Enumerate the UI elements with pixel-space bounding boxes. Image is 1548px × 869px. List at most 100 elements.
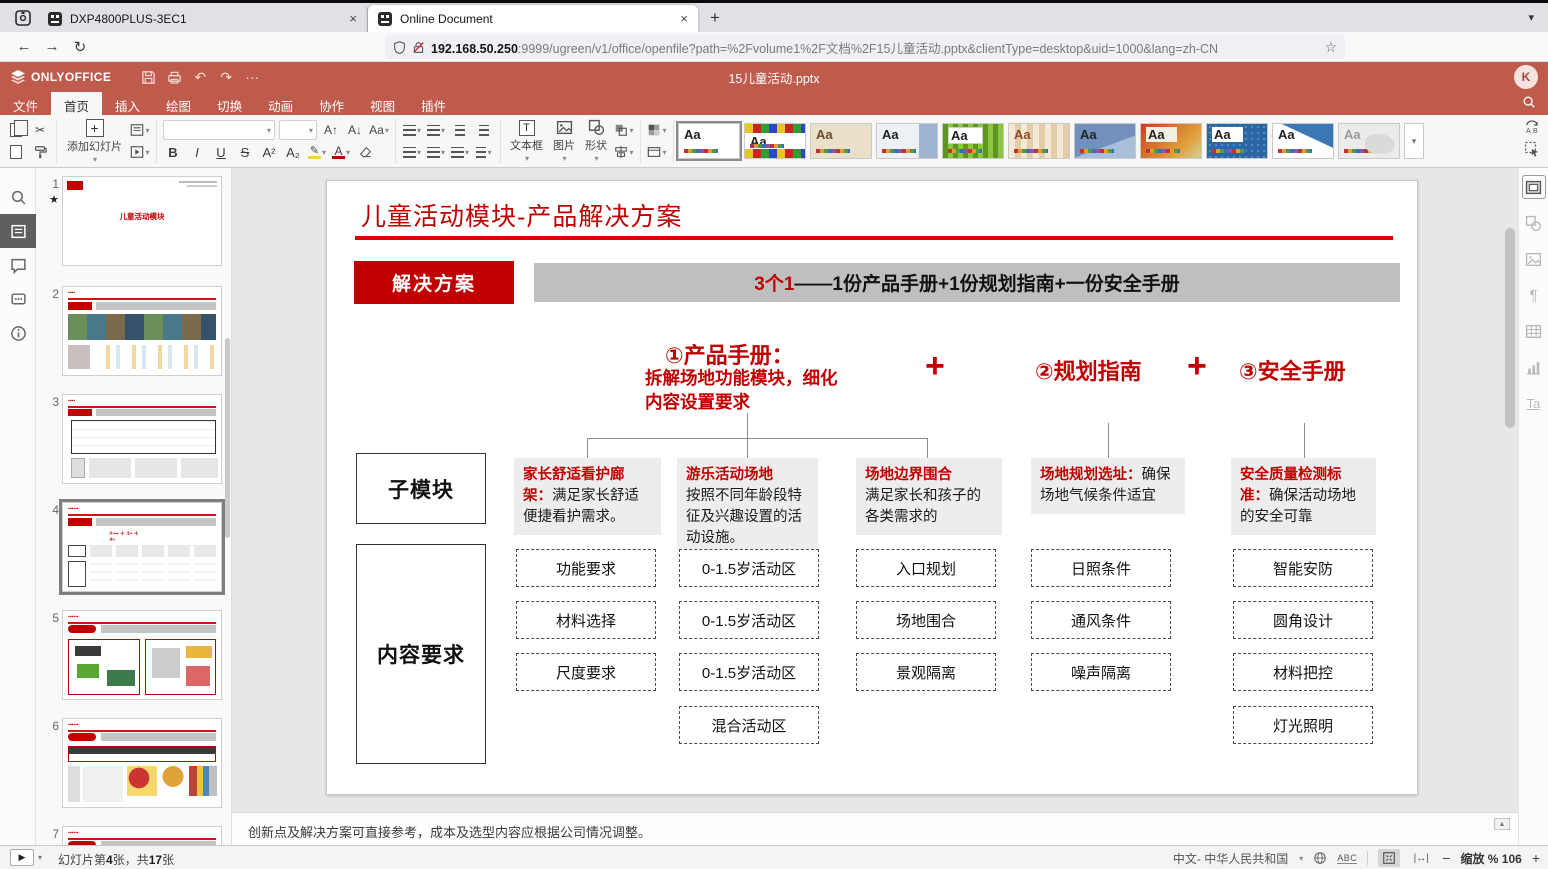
select-all-button[interactable] xyxy=(1524,141,1540,157)
superscript-button[interactable]: A² xyxy=(259,142,279,162)
theme-thumb-6[interactable]: Aa xyxy=(1008,123,1070,159)
zoom-out-button[interactable]: − xyxy=(1442,850,1450,866)
slide-thumb-2[interactable]: 2 ▪▪▪▪ xyxy=(62,286,222,376)
shield-icon[interactable] xyxy=(393,41,406,54)
close-tab-icon[interactable]: × xyxy=(349,11,357,26)
language-chevron-icon[interactable]: ▾ xyxy=(1299,854,1303,863)
add-slide-button[interactable]: + 添加幻灯片 ▾ xyxy=(63,119,126,164)
dashed-item[interactable]: 材料选择 xyxy=(516,601,656,639)
theme-thumb-2[interactable]: Aa xyxy=(744,123,806,159)
align-shape-button[interactable]: ▾ xyxy=(614,142,634,162)
slide-thumb-4-selected[interactable]: 4 ▪▪▪▪▪▪ ①▪▪▪ ＋ ②▪ ＋ ③▪ xyxy=(62,502,222,592)
tab-file[interactable]: 文件 xyxy=(0,92,51,115)
reload-button[interactable]: ↻ xyxy=(66,35,94,59)
start-slideshow-button[interactable]: ▶ xyxy=(10,849,34,866)
dashed-item[interactable]: 日照条件 xyxy=(1031,549,1171,587)
insert-image-button[interactable]: 图片▾ xyxy=(550,119,578,163)
slide-settings-button[interactable] xyxy=(1523,176,1545,198)
increase-indent-button[interactable] xyxy=(474,120,494,140)
slides-panel-button[interactable] xyxy=(0,214,36,248)
preview-button[interactable]: ▾ xyxy=(130,142,150,162)
notes-bar[interactable]: 创新点及解决方案可直接参考，成本及选型内容应根据公司情况调整。 ▲ xyxy=(232,812,1518,845)
spellcheck-button[interactable]: ABC xyxy=(1337,853,1357,864)
theme-thumb-11[interactable]: Aa xyxy=(1338,123,1400,159)
line-spacing-button[interactable]: ▾ xyxy=(450,142,470,162)
close-tab-icon[interactable]: × xyxy=(680,11,688,26)
dashed-item[interactable]: 0-1.5岁活动区 xyxy=(679,549,819,587)
tab-insert[interactable]: 插入 xyxy=(102,92,153,115)
insert-columns-button[interactable]: ▾ xyxy=(474,142,494,162)
tab-view[interactable]: 视图 xyxy=(357,92,408,115)
bookmark-star-icon[interactable]: ☆ xyxy=(1324,39,1337,56)
module-card-1[interactable]: 家长舒适看护廊架：满足家长舒适便捷看护需求。 xyxy=(514,458,661,535)
content-requirements-label-box[interactable]: 内容要求 xyxy=(356,544,486,764)
firefox-view-icon[interactable] xyxy=(8,6,38,30)
chat-button[interactable] xyxy=(0,282,36,316)
arrange-shape-button[interactable]: ▾ xyxy=(614,120,634,140)
fill-color-button[interactable]: ▾ xyxy=(647,120,667,140)
new-tab-button[interactable]: + xyxy=(710,8,720,28)
bullets-button[interactable]: ▾ xyxy=(402,120,422,140)
format-painter-button[interactable] xyxy=(30,142,50,162)
tab-plugins[interactable]: 插件 xyxy=(408,92,459,115)
url-field[interactable]: 192.168.50.250:9999/ugreen/v1/office/ope… xyxy=(385,35,1345,59)
list-all-tabs-chevron-icon[interactable]: ▾ xyxy=(1528,11,1534,24)
redo-button[interactable]: ↷ xyxy=(213,66,239,88)
section-2-planning-guide[interactable]: ②规划指南 xyxy=(1035,357,1163,387)
change-case-button[interactable]: Aa▾ xyxy=(369,120,389,140)
section-1-desc[interactable]: 拆解场地功能模块，细化内容设置要求 xyxy=(645,366,841,414)
module-card-2[interactable]: 游乐活动场地按照不同年龄段特征及兴趣设置的活动设施。 xyxy=(677,458,818,556)
dashed-item[interactable]: 混合活动区 xyxy=(679,706,819,744)
slide-layout-button[interactable]: ▾ xyxy=(130,120,150,140)
theme-thumb-1[interactable]: Aa xyxy=(678,123,740,159)
font-color-button[interactable]: A▾ xyxy=(331,142,351,162)
decrease-font-button[interactable]: A↓ xyxy=(345,120,365,140)
tab-transitions[interactable]: 切换 xyxy=(204,92,255,115)
underline-button[interactable]: U xyxy=(211,142,231,162)
theme-thumb-3[interactable]: Aa xyxy=(810,123,872,159)
tab-animation[interactable]: 动画 xyxy=(255,92,306,115)
theme-thumb-10[interactable]: Aa xyxy=(1272,123,1334,159)
user-avatar[interactable]: K xyxy=(1514,65,1538,89)
theme-gallery-expand-chevron[interactable]: ▾ xyxy=(1404,123,1424,159)
insert-shape-button[interactable]: 形状▾ xyxy=(582,119,610,163)
forward-button[interactable]: → xyxy=(38,35,66,59)
theme-thumb-4[interactable]: Aa xyxy=(876,123,938,159)
canvas-scrollbar[interactable] xyxy=(1505,228,1515,428)
comments-button[interactable] xyxy=(0,248,36,282)
find-button[interactable] xyxy=(0,180,36,214)
replace-button[interactable]: AB xyxy=(1524,119,1540,135)
browser-tab-2-active[interactable]: Online Document × xyxy=(368,5,698,33)
fit-to-width-button[interactable]: |↔| xyxy=(1410,849,1432,867)
dashed-item[interactable]: 景观隔离 xyxy=(856,653,996,691)
tab-collaboration[interactable]: 协作 xyxy=(306,92,357,115)
horizontal-align-button[interactable]: ▾ xyxy=(402,142,422,162)
highlight-color-button[interactable]: ✎▾ xyxy=(307,142,327,162)
save-button[interactable] xyxy=(135,66,161,88)
font-name-select[interactable]: ▾ xyxy=(163,120,275,140)
vertical-align-button[interactable]: ▾ xyxy=(426,142,446,162)
italic-button[interactable]: I xyxy=(187,142,207,162)
dashed-item[interactable]: 0-1.5岁活动区 xyxy=(679,653,819,691)
slide-thumb-5[interactable]: 5 ▪▪▪▪▪▪ xyxy=(62,610,222,700)
theme-thumb-5[interactable]: Aa xyxy=(942,123,1004,159)
module-card-4[interactable]: 场地规划选址：确保场地气候条件适宜 xyxy=(1031,458,1185,514)
notes-collapse-button[interactable]: ▲ xyxy=(1494,818,1510,830)
print-button[interactable] xyxy=(161,66,187,88)
theme-thumb-9[interactable]: Aa xyxy=(1206,123,1268,159)
module-card-5[interactable]: 安全质量检测标准：确保活动场地的安全可靠 xyxy=(1231,458,1376,535)
dashed-item[interactable]: 入口规划 xyxy=(856,549,996,587)
dashed-item[interactable]: 圆角设计 xyxy=(1233,601,1373,639)
paragraph-settings-button[interactable]: ¶ xyxy=(1523,284,1545,306)
textart-settings-button[interactable]: Ta xyxy=(1523,392,1545,414)
dashed-item[interactable]: 尺度要求 xyxy=(516,653,656,691)
about-button[interactable] xyxy=(0,316,36,350)
slide-4-canvas[interactable]: 儿童活动模块-产品解决方案 解决方案 3个1——1份产品手册+1份规划指南+一份… xyxy=(326,180,1418,795)
insert-textbox-button[interactable]: T 文本框▾ xyxy=(507,120,546,163)
slide-thumb-7[interactable]: 7 ▪▪▪▪▪▪ xyxy=(62,826,222,845)
document-language-label[interactable]: 中文- 中华人民共和国 xyxy=(1173,850,1288,867)
more-actions-button[interactable]: ··· xyxy=(239,66,265,88)
set-language-globe-icon[interactable] xyxy=(1313,851,1327,865)
solution-banner[interactable]: 3个1——1份产品手册+1份规划指南+一份安全手册 xyxy=(534,263,1400,302)
title-underline-bar[interactable] xyxy=(355,236,1393,240)
